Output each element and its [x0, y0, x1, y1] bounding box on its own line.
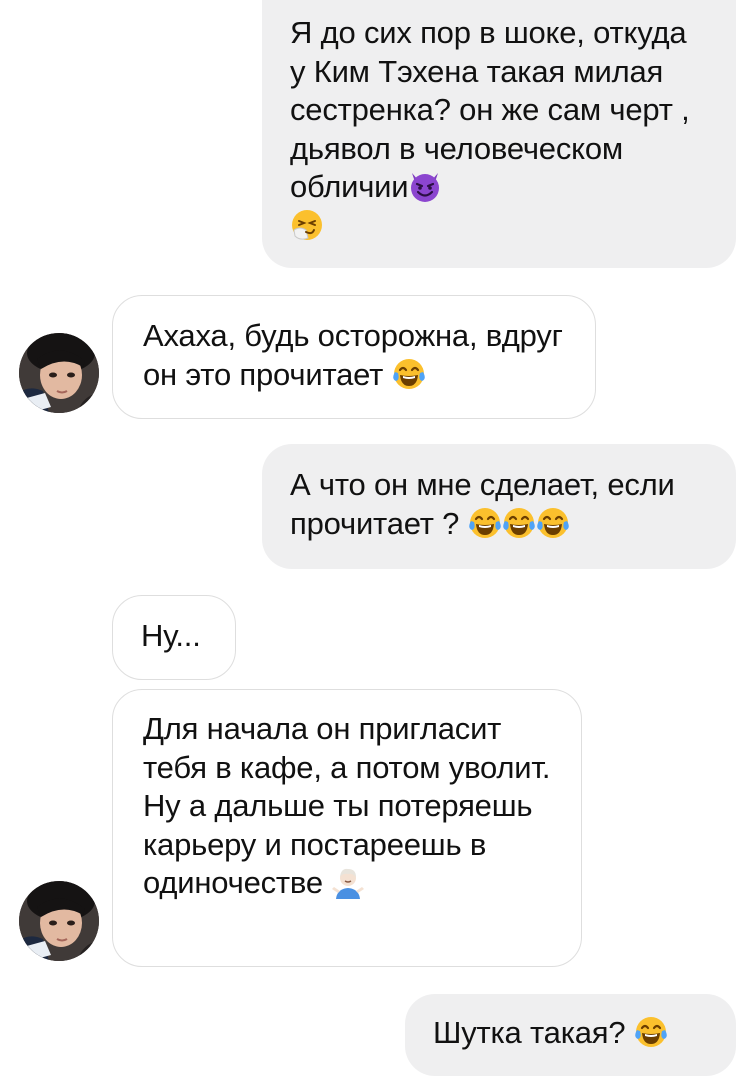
message-bubble-outgoing[interactable]: Шутка такая? [405, 994, 736, 1076]
tears-of-joy-icon [536, 506, 570, 540]
tears-of-joy-icon [502, 506, 536, 540]
tears-of-joy-icon [392, 357, 426, 391]
message-text: Шутка такая? [433, 1015, 626, 1050]
tears-of-joy-icon [634, 1015, 668, 1049]
message-bubble-outgoing[interactable]: Я до сих пор в шоке, откуда у Ким Тэхена… [262, 0, 736, 268]
contact-avatar[interactable] [19, 881, 99, 961]
message-text: Я до сих пор в шоке, откуда у Ким Тэхена… [290, 15, 690, 204]
message-text: Ну... [141, 618, 201, 653]
message-bubble-incoming[interactable]: Ну... [112, 595, 236, 680]
contact-avatar[interactable] [19, 333, 99, 413]
smiling-devil-icon [408, 169, 442, 203]
message-bubble-incoming[interactable]: Ахаха, будь осторожна, вдруг он это проч… [112, 295, 596, 419]
sneezing-face-icon [290, 208, 324, 242]
tears-of-joy-icon [468, 506, 502, 540]
message-bubble-incoming[interactable]: Для начала он пригласит тебя в кафе, а п… [112, 689, 582, 967]
person-shrugging-icon [331, 865, 365, 899]
message-bubble-outgoing[interactable]: А что он мне сделает, если прочитает ? [262, 444, 736, 569]
message-text: Ахаха, будь осторожна, вдруг он это проч… [143, 318, 563, 392]
